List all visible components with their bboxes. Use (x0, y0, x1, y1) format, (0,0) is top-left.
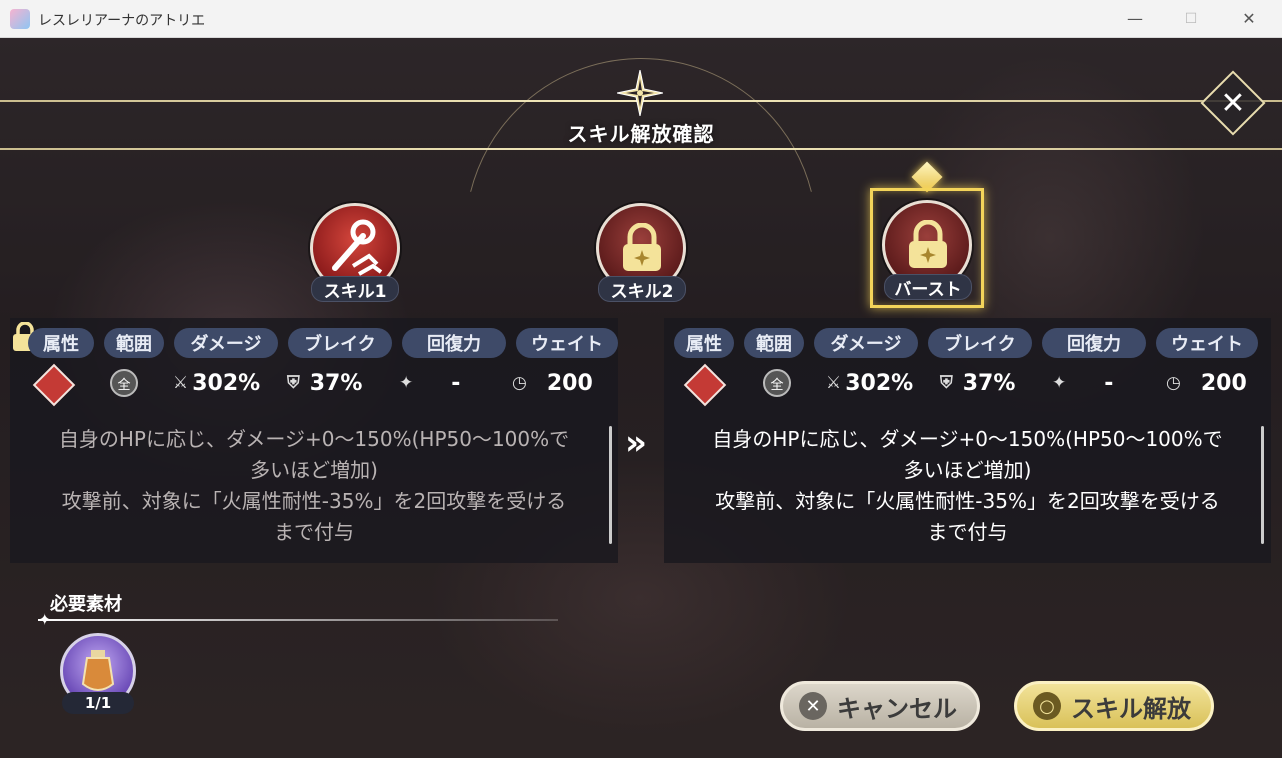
skill-panel-after: 属性 範囲 ダメージ ブレイク 回復力 ウェイト 全 ⚔ 302% ⛨ 37% ✦ -… (664, 318, 1271, 563)
tag-wait: ウェイト (516, 328, 618, 358)
game-scene: スキル解放確認 ✕ スキル1 スキル2 バースト 属性 範囲 ダメージ ブレイク… (0, 38, 1282, 758)
timer-icon: ◷ (512, 373, 527, 393)
maximize-button[interactable]: ☐ (1168, 0, 1214, 37)
skill-description-after: 自身のHPに応じ、ダメージ+0～150%(HP50～100%で 多いほど増加) … (712, 427, 1223, 544)
range-icon: 全 (110, 369, 138, 397)
minimize-button[interactable]: — (1112, 0, 1158, 37)
materials-divider (38, 619, 558, 621)
shield-icon: ⛨ (940, 373, 953, 393)
tag-range: 範囲 (744, 328, 804, 358)
tag-heal: 回復力 (1042, 328, 1146, 358)
window-titlebar: レスレリアーナのアトリエ — ☐ ✕ (0, 0, 1282, 38)
wait-value: ◷ 200 (512, 370, 593, 396)
cross-button-icon: ✕ (799, 692, 827, 720)
fire-element-icon (32, 363, 76, 407)
fire-element-icon (683, 363, 727, 407)
tag-damage: ダメージ (814, 328, 918, 358)
window-title: レスレリアーナのアトリエ (38, 13, 206, 29)
sparkle-icon: ✦ (38, 610, 52, 629)
unlock-skill-button[interactable]: ○ スキル解放 (1014, 681, 1214, 731)
tag-attribute: 属性 (28, 328, 94, 358)
close-icon: ✕ (1220, 85, 1246, 121)
tag-heal: 回復力 (402, 328, 506, 358)
scrollbar[interactable] (609, 426, 612, 544)
tag-break: ブレイク (288, 328, 392, 358)
heal-value: ✦ - (399, 370, 461, 396)
timer-icon: ◷ (1166, 373, 1181, 393)
range-icon: 全 (763, 369, 791, 397)
scrollbar[interactable] (1261, 426, 1264, 544)
break-value: ⛨ 37% (287, 370, 363, 396)
materials-title: 必要素材 (50, 594, 122, 615)
damage-value: ⚔ 302% (173, 370, 261, 396)
break-value: ⛨ 37% (940, 370, 1016, 396)
burst-label: バースト (884, 274, 972, 300)
tag-attribute: 属性 (674, 328, 734, 358)
sword-icon: ⚔ (826, 373, 842, 393)
lock-icon (623, 223, 661, 271)
stat-tags: 属性 範囲 ダメージ ブレイク 回復力 ウェイト (28, 328, 628, 358)
material-count: 1/1 (62, 692, 134, 714)
sparkle-icon: ✦ (399, 373, 414, 393)
window-close-button[interactable]: ✕ (1226, 0, 1272, 37)
tag-wait: ウェイト (1156, 328, 1258, 358)
sword-icon: ⚔ (173, 373, 189, 393)
stat-tags: 属性 範囲 ダメージ ブレイク 回復力 ウェイト (674, 328, 1268, 358)
stat-values: 全 ⚔ 302% ⛨ 37% ✦ - ◷ 200 (664, 363, 1271, 407)
heal-value: ✦ - (1052, 370, 1114, 396)
skill2-label: スキル2 (598, 276, 686, 302)
skill-panel-before: 属性 範囲 ダメージ ブレイク 回復力 ウェイト 全 ⚔ 302% ⛨ 37% ✦ -… (10, 318, 618, 563)
app-icon (10, 9, 30, 29)
arrow-right-icon: » (625, 423, 647, 463)
tag-damage: ダメージ (174, 328, 278, 358)
lock-icon (909, 220, 947, 268)
tag-range: 範囲 (104, 328, 164, 358)
dialog-title: スキル解放確認 (567, 122, 715, 146)
damage-value: ⚔ 302% (826, 370, 914, 396)
compass-star-icon (617, 70, 663, 116)
cancel-button[interactable]: ✕ キャンセル (780, 681, 980, 731)
skill1-label: スキル1 (311, 276, 399, 302)
circle-button-icon: ○ (1033, 692, 1061, 720)
shield-icon: ⛨ (287, 373, 300, 393)
sparkle-icon: ✦ (1052, 373, 1067, 393)
tag-break: ブレイク (928, 328, 1032, 358)
wait-value: ◷ 200 (1166, 370, 1247, 396)
stat-values: 全 ⚔ 302% ⛨ 37% ✦ - ◷ 200 (10, 363, 618, 407)
header-line-bottom (0, 148, 1282, 150)
skill-description-before: 自身のHPに応じ、ダメージ+0～150%(HP50～100%で 多いほど増加) … (58, 427, 570, 544)
